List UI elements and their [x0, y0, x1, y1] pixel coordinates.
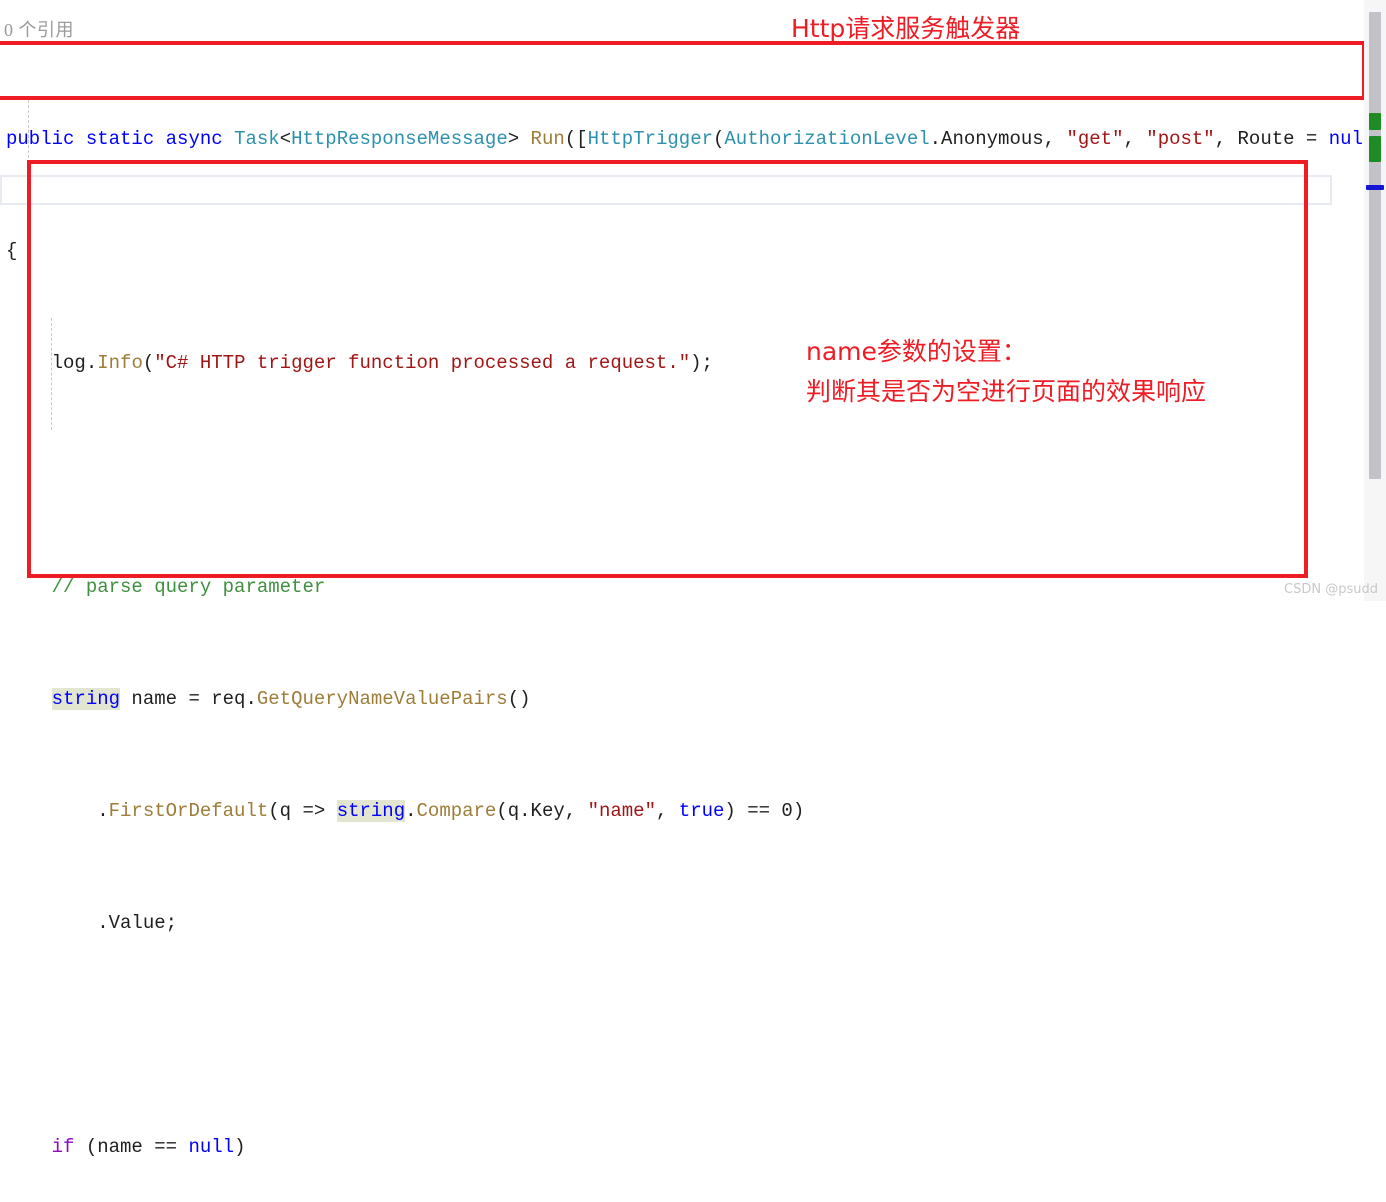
- vertical-scrollbar-track[interactable]: [1364, 0, 1386, 601]
- code-line[interactable]: .Value;: [0, 909, 1386, 937]
- annotation-label-http-trigger: Http请求服务触发器: [791, 14, 1021, 43]
- watermark: CSDN @psudd: [1284, 582, 1378, 597]
- scrollbar-caret-marker-blue[interactable]: [1366, 185, 1384, 190]
- vertical-scrollbar-thumb[interactable]: [1369, 12, 1381, 479]
- code-line[interactable]: [0, 1021, 1386, 1049]
- code-line[interactable]: {: [0, 237, 1386, 265]
- code-line[interactable]: if (name == null): [0, 1133, 1386, 1161]
- code-line[interactable]: public static async Task<HttpResponseMes…: [0, 125, 1386, 153]
- code-line[interactable]: // parse query parameter: [0, 573, 1386, 601]
- code-editor-surface[interactable]: 0 个引用 public static async Task<HttpRespo…: [0, 0, 1386, 1158]
- scrollbar-change-marker-green[interactable]: [1369, 136, 1381, 162]
- annotation-label-name-parameter-line1: name参数的设置：: [806, 337, 1027, 366]
- annotation-label-name-parameter-line2: 判断其是否为空进行页面的效果响应: [806, 377, 1207, 406]
- code-line[interactable]: [0, 461, 1386, 489]
- code-line[interactable]: .FirstOrDefault(q => string.Compare(q.Ke…: [0, 797, 1386, 825]
- code-content[interactable]: public static async Task<HttpResponseMes…: [0, 41, 1386, 1202]
- codelens-reference-count[interactable]: 0 个引用: [4, 16, 74, 42]
- scrollbar-change-marker-green[interactable]: [1369, 113, 1381, 130]
- code-line[interactable]: string name = req.GetQueryNameValuePairs…: [0, 685, 1386, 713]
